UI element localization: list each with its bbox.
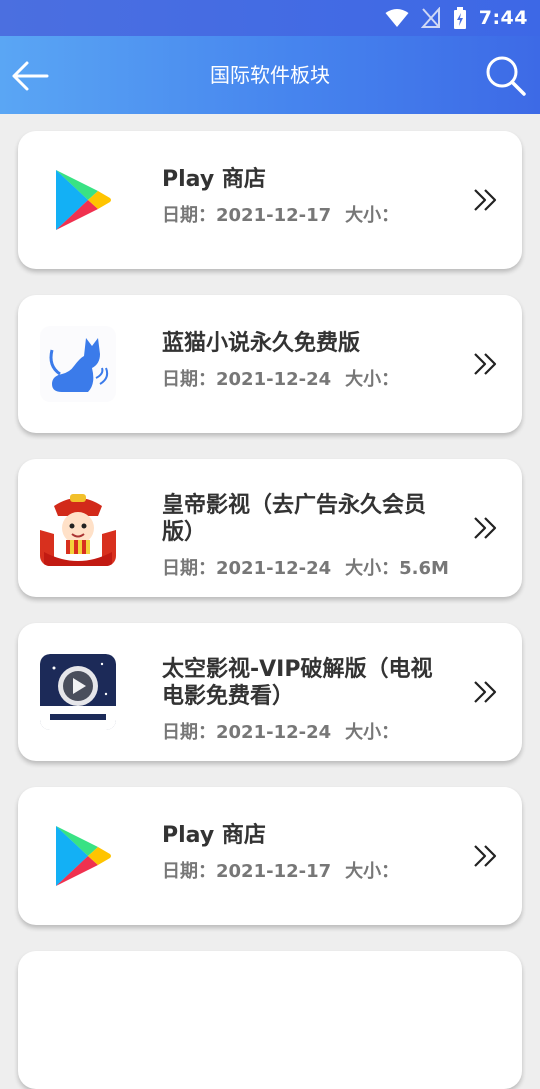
list-item[interactable]: 皇帝影视（去广告永久会员版） 日期：2021-12-24 大小：5.6M bbox=[18, 459, 522, 597]
search-icon bbox=[486, 56, 526, 96]
list-item[interactable]: Play 商店 日期：2021-12-17 大小： bbox=[18, 131, 522, 269]
page-title: 国际软件板块 bbox=[210, 63, 330, 87]
double-chevron-right-icon bbox=[474, 681, 497, 703]
emperor-video-icon bbox=[40, 490, 116, 566]
item-name: 蓝猫小说永久免费版 bbox=[162, 331, 361, 356]
app-bar: 国际软件板块 bbox=[0, 36, 540, 114]
space-video-icon bbox=[40, 654, 116, 730]
date-label: 日期： bbox=[162, 558, 216, 579]
size-label: 大小： bbox=[345, 369, 400, 390]
size-label: 大小： bbox=[345, 722, 400, 743]
item-name: 太空影视-VIP破解版（电视电影免费看） bbox=[162, 657, 433, 709]
double-chevron-right-icon bbox=[474, 517, 497, 539]
date-value: 2021-12-17 bbox=[216, 205, 332, 226]
status-time: 7:44 bbox=[478, 7, 528, 29]
date-value: 2021-12-24 bbox=[216, 558, 332, 579]
list-item[interactable]: Play 商店 日期：2021-12-17 大小： bbox=[18, 787, 522, 925]
double-chevron-right-icon bbox=[474, 189, 497, 211]
date-value: 2021-12-24 bbox=[216, 722, 332, 743]
list-item[interactable]: 蓝猫小说永久免费版 日期：2021-12-24 大小： bbox=[18, 295, 522, 433]
size-label: 大小： bbox=[345, 861, 400, 882]
status-icons: 7:44 bbox=[385, 6, 528, 30]
item-meta: 日期：2021-12-17 大小： bbox=[162, 201, 399, 227]
battery-icon bbox=[453, 7, 466, 29]
item-name: Play 商店 bbox=[162, 823, 266, 848]
wifi-icon bbox=[385, 9, 409, 27]
item-meta: 日期：2021-12-17 大小： bbox=[162, 857, 399, 883]
item-name: Play 商店 bbox=[162, 167, 266, 192]
item-meta: 日期：2021-12-24 大小： bbox=[162, 365, 399, 391]
date-label: 日期： bbox=[162, 722, 216, 743]
back-button[interactable] bbox=[10, 56, 50, 96]
item-name: 皇帝影视（去广告永久会员版） bbox=[162, 493, 427, 545]
play-store-icon bbox=[40, 162, 116, 238]
double-chevron-right-icon bbox=[474, 845, 497, 867]
size-label: 大小： bbox=[345, 205, 400, 226]
date-label: 日期： bbox=[162, 369, 216, 390]
size-value: 5.6M bbox=[399, 558, 449, 579]
arrow-left-icon bbox=[12, 61, 49, 91]
item-meta: 日期：2021-12-24 大小： bbox=[162, 718, 399, 744]
double-chevron-right-icon bbox=[474, 353, 497, 375]
search-button[interactable] bbox=[484, 54, 528, 98]
play-store-icon bbox=[40, 818, 116, 894]
blue-cat-icon bbox=[40, 326, 116, 402]
date-label: 日期： bbox=[162, 205, 216, 226]
date-value: 2021-12-24 bbox=[216, 369, 332, 390]
size-label: 大小： bbox=[345, 558, 400, 579]
date-label: 日期： bbox=[162, 861, 216, 882]
item-meta: 日期：2021-12-24 大小：5.6M bbox=[162, 554, 449, 580]
no-signal-icon bbox=[420, 7, 440, 28]
list-item[interactable]: 太空影视-VIP破解版（电视电影免费看） 日期：2021-12-24 大小： bbox=[18, 623, 522, 761]
date-value: 2021-12-17 bbox=[216, 861, 332, 882]
status-bar: 7:44 bbox=[0, 0, 540, 36]
list-item-partial[interactable] bbox=[18, 951, 522, 1089]
